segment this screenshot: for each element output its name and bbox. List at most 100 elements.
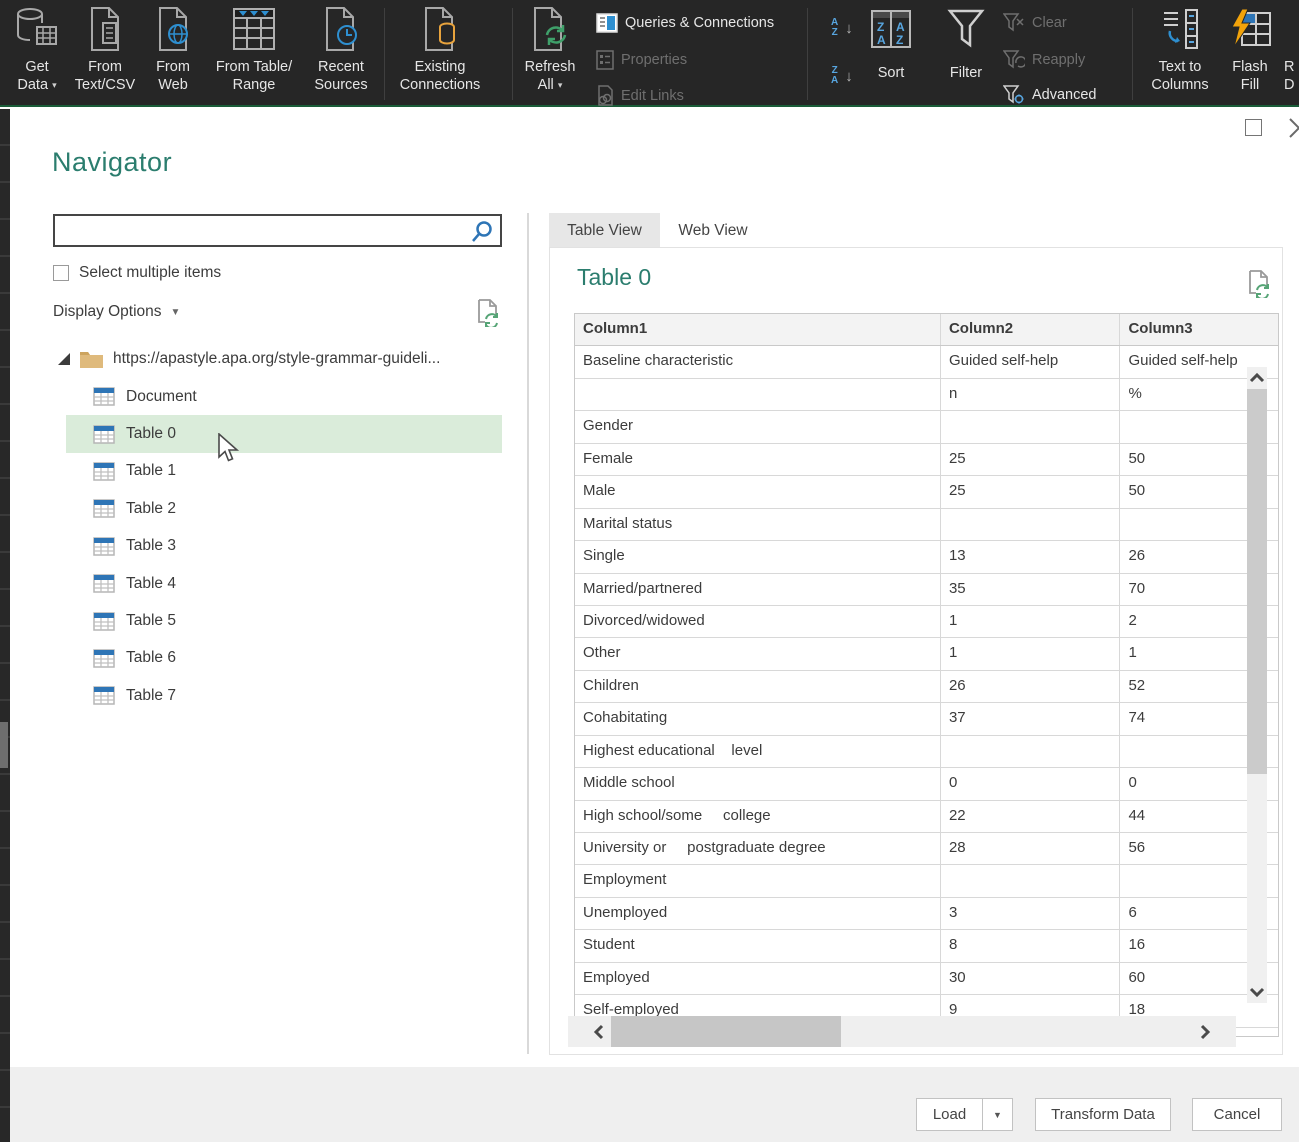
table-cell: Married/partnered [575,574,941,605]
table-row: Baseline characteristicGuided self-helpG… [575,346,1278,378]
search-icon[interactable] [470,220,494,244]
tree-item-label: Table 4 [126,575,176,593]
refresh-all-label-1: Refresh [525,58,576,76]
scroll-left-icon[interactable] [592,1023,606,1041]
table-cell: n [941,379,1121,410]
get-data-icon [13,0,61,58]
table-row: Employment [575,865,1278,897]
tree-item-table-4[interactable]: Table 4 [10,565,520,602]
table-cell: 3 [941,898,1121,929]
get-data-button[interactable]: Get Data ▾ [6,0,68,105]
from-table-range-button[interactable]: From Table/ Range [206,0,302,105]
chevron-down-icon: ▼ [171,307,181,318]
tree-root-url[interactable]: https://apastyle.apa.org/style-grammar-g… [10,340,520,378]
table-header-row: Column1Column2Column3 [575,314,1278,346]
chevron-down-icon: ▼ [993,1110,1002,1120]
load-button[interactable]: Load [916,1098,983,1131]
recent-sources-button[interactable]: Recent Sources [304,0,378,105]
existing-connections-label-2: Connections [400,76,481,94]
flash-fill-button[interactable]: Flash Fill [1222,0,1278,105]
tree-item-table-7[interactable]: Table 7 [10,677,520,714]
from-web-label-1: From [156,58,190,76]
row-header-highlight [0,722,8,768]
table-row: Divorced/widowed12 [575,606,1278,638]
table-cell: Marital status [575,509,941,540]
table-cell: Middle school [575,768,941,799]
refresh-sources-icon[interactable] [476,299,501,327]
scroll-down-icon[interactable] [1248,985,1266,999]
properties-icon [596,50,614,70]
sort-ascending-button[interactable]: AZ ↓ [831,18,853,38]
display-options-dropdown[interactable]: Display Options ▼ [53,303,180,321]
tab-table-view[interactable]: Table View [549,213,660,248]
tree-item-table-0[interactable]: Table 0 [10,415,520,452]
sort-descending-button[interactable]: ZA ↓ [831,66,853,86]
text-to-columns-button[interactable]: Text to Columns [1146,0,1214,105]
vertical-scrollbar[interactable] [1247,367,1267,1003]
table-row: n% [575,379,1278,411]
transform-data-button[interactable]: Transform Data [1035,1098,1171,1131]
folder-icon [79,349,104,369]
existing-connections-button[interactable]: Existing Connections [388,0,492,105]
properties-label: Properties [621,52,687,68]
table-row: Children2652 [575,671,1278,703]
ribbon-separator [512,8,513,100]
maximize-icon[interactable] [1245,119,1262,136]
table-cell: University or postgraduate degree [575,833,941,864]
tree-item-label: Table 0 [126,425,176,443]
scroll-right-icon[interactable] [1198,1023,1212,1041]
tab-web-view[interactable]: Web View [660,213,766,248]
close-icon[interactable] [1286,115,1299,141]
vertical-scroll-thumb[interactable] [1247,389,1267,774]
scroll-up-icon[interactable] [1248,371,1266,385]
table-cell: 25 [941,444,1121,475]
table-cell: Other [575,638,941,669]
table-cell: Employment [575,865,941,896]
tree-item-document[interactable]: Document [10,378,520,415]
refresh-preview-icon[interactable] [1247,270,1272,298]
sort-button[interactable]: Z A A Z Sort [864,0,918,105]
table-cell: 37 [941,703,1121,734]
tree-item-table-6[interactable]: Table 6 [10,640,520,677]
table-row: Male2550 [575,476,1278,508]
queries-connections-button[interactable]: Queries & Connections [596,13,774,33]
tree-item-label: Table 1 [126,462,176,480]
table-cell [941,411,1121,442]
load-dropdown-button[interactable]: ▼ [982,1098,1013,1131]
from-text-csv-button[interactable]: From Text/CSV [70,0,140,105]
table-icon [93,612,115,631]
svg-text:Z: Z [896,33,903,47]
from-web-button[interactable]: From Web [142,0,204,105]
search-input[interactable] [59,218,469,243]
table-icon [93,387,115,406]
filter-button[interactable]: Filter [938,0,994,105]
advanced-filter-button[interactable]: Advanced [1003,85,1097,105]
horizontal-scrollbar[interactable] [568,1016,1236,1047]
tree-item-table-5[interactable]: Table 5 [10,602,520,639]
remove-duplicates-button-clipped[interactable]: R D [1284,0,1299,105]
expanded-triangle-icon[interactable] [58,353,70,365]
select-multiple-checkbox[interactable] [53,265,69,281]
cancel-button[interactable]: Cancel [1192,1098,1282,1131]
refresh-all-button[interactable]: Refresh All ▾ [518,0,582,105]
clear-label: Clear [1032,15,1067,31]
edit-links-label: Edit Links [621,88,684,104]
existing-connections-icon [419,0,461,58]
clipped-label-2: D [1284,76,1294,94]
table-cell: 1 [941,606,1121,637]
table-cell: Employed [575,963,941,994]
reapply-filter-icon [1003,50,1025,70]
table-cell: 22 [941,801,1121,832]
tree-item-table-3[interactable]: Table 3 [10,528,520,565]
navigator-dialog: Navigator Select multiple items Display … [10,109,1299,1142]
display-options-label: Display Options [53,303,162,321]
table-row: Unemployed36 [575,898,1278,930]
tree-item-table-1[interactable]: Table 1 [10,453,520,490]
horizontal-scroll-thumb[interactable] [611,1016,841,1047]
table-row: Single1326 [575,541,1278,573]
table-cell: Male [575,476,941,507]
tree-item-table-2[interactable]: Table 2 [10,490,520,527]
reapply-label: Reapply [1032,52,1085,68]
from-text-csv-label-1: From [88,58,122,76]
ribbon-separator [384,8,385,100]
